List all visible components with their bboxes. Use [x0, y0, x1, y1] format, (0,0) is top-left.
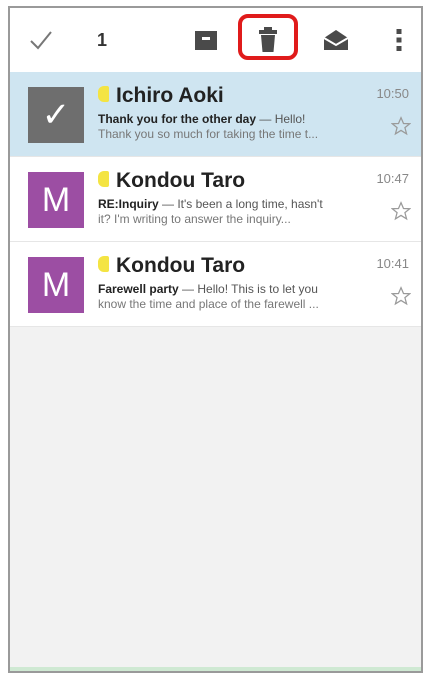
- email-subject-line: Thank you for the other day — Hello!: [98, 112, 368, 126]
- done-button[interactable]: [24, 8, 58, 72]
- star-icon: [390, 116, 412, 136]
- star-button[interactable]: [390, 201, 412, 226]
- important-label-icon: [98, 86, 109, 102]
- device-screen: 1 ✓ Ichiro Aoki 10:50 Thank you for the …: [8, 6, 423, 673]
- email-subject: Farewell party: [98, 282, 179, 296]
- email-subject: Thank you for the other day: [98, 112, 257, 126]
- sender-name: Ichiro Aoki: [116, 84, 224, 107]
- email-snippet: Hello! This is to let you: [197, 282, 318, 296]
- star-icon: [390, 286, 412, 306]
- delete-button-highlight: [238, 14, 298, 60]
- checkmark-icon: [30, 31, 52, 50]
- email-subject-line: RE:Inquiry — It's been a long time, hasn…: [98, 197, 368, 211]
- archive-button[interactable]: [186, 8, 226, 72]
- email-time: 10:41: [376, 256, 409, 271]
- star-button[interactable]: [390, 286, 412, 311]
- mark-unread-button[interactable]: [316, 8, 356, 72]
- action-toolbar: 1: [10, 8, 421, 73]
- email-subject-line: Farewell party — Hello! This is to let y…: [98, 282, 368, 296]
- email-list: ✓ Ichiro Aoki 10:50 Thank you for the ot…: [10, 72, 421, 327]
- separator: —: [178, 282, 198, 296]
- email-time: 10:50: [376, 86, 409, 101]
- important-label-icon: [98, 171, 109, 187]
- email-snippet: Hello!: [274, 112, 306, 126]
- selected-avatar[interactable]: ✓: [28, 87, 84, 143]
- email-subject: RE:Inquiry: [98, 197, 159, 211]
- selected-count: 1: [90, 8, 114, 72]
- avatar-letter: M: [41, 265, 71, 304]
- email-row[interactable]: M Kondou Taro 10:47 RE:Inquiry — It's be…: [10, 157, 421, 242]
- selected-count-label: 1: [96, 29, 107, 50]
- checkmark-icon: ✓: [41, 96, 71, 134]
- star-button[interactable]: [390, 116, 412, 141]
- more-vert-icon: [396, 29, 402, 51]
- email-row[interactable]: ✓ Ichiro Aoki 10:50 Thank you for the ot…: [10, 72, 421, 157]
- email-time: 10:47: [376, 171, 409, 186]
- bottom-edge: [10, 667, 421, 671]
- email-preview: it? I'm writing to answer the inquiry...: [98, 212, 291, 226]
- email-preview: know the time and place of the farewell …: [98, 297, 319, 311]
- more-options-button[interactable]: [386, 8, 412, 72]
- avatar-letter: M: [41, 180, 71, 219]
- separator: —: [158, 197, 178, 211]
- email-row[interactable]: M Kondou Taro 10:41 Farewell party — Hel…: [10, 242, 421, 327]
- star-icon: [390, 201, 412, 221]
- email-preview: Thank you so much for taking the time t.…: [98, 127, 319, 141]
- sender-name: Kondou Taro: [116, 169, 246, 192]
- email-snippet: It's been a long time, hasn't: [177, 197, 323, 211]
- separator: —: [256, 112, 275, 126]
- mark-unread-icon: [323, 30, 349, 50]
- important-label-icon: [98, 256, 109, 272]
- avatar[interactable]: M: [28, 257, 84, 313]
- archive-icon: [195, 31, 217, 50]
- sender-name: Kondou Taro: [116, 254, 246, 277]
- avatar[interactable]: M: [28, 172, 84, 228]
